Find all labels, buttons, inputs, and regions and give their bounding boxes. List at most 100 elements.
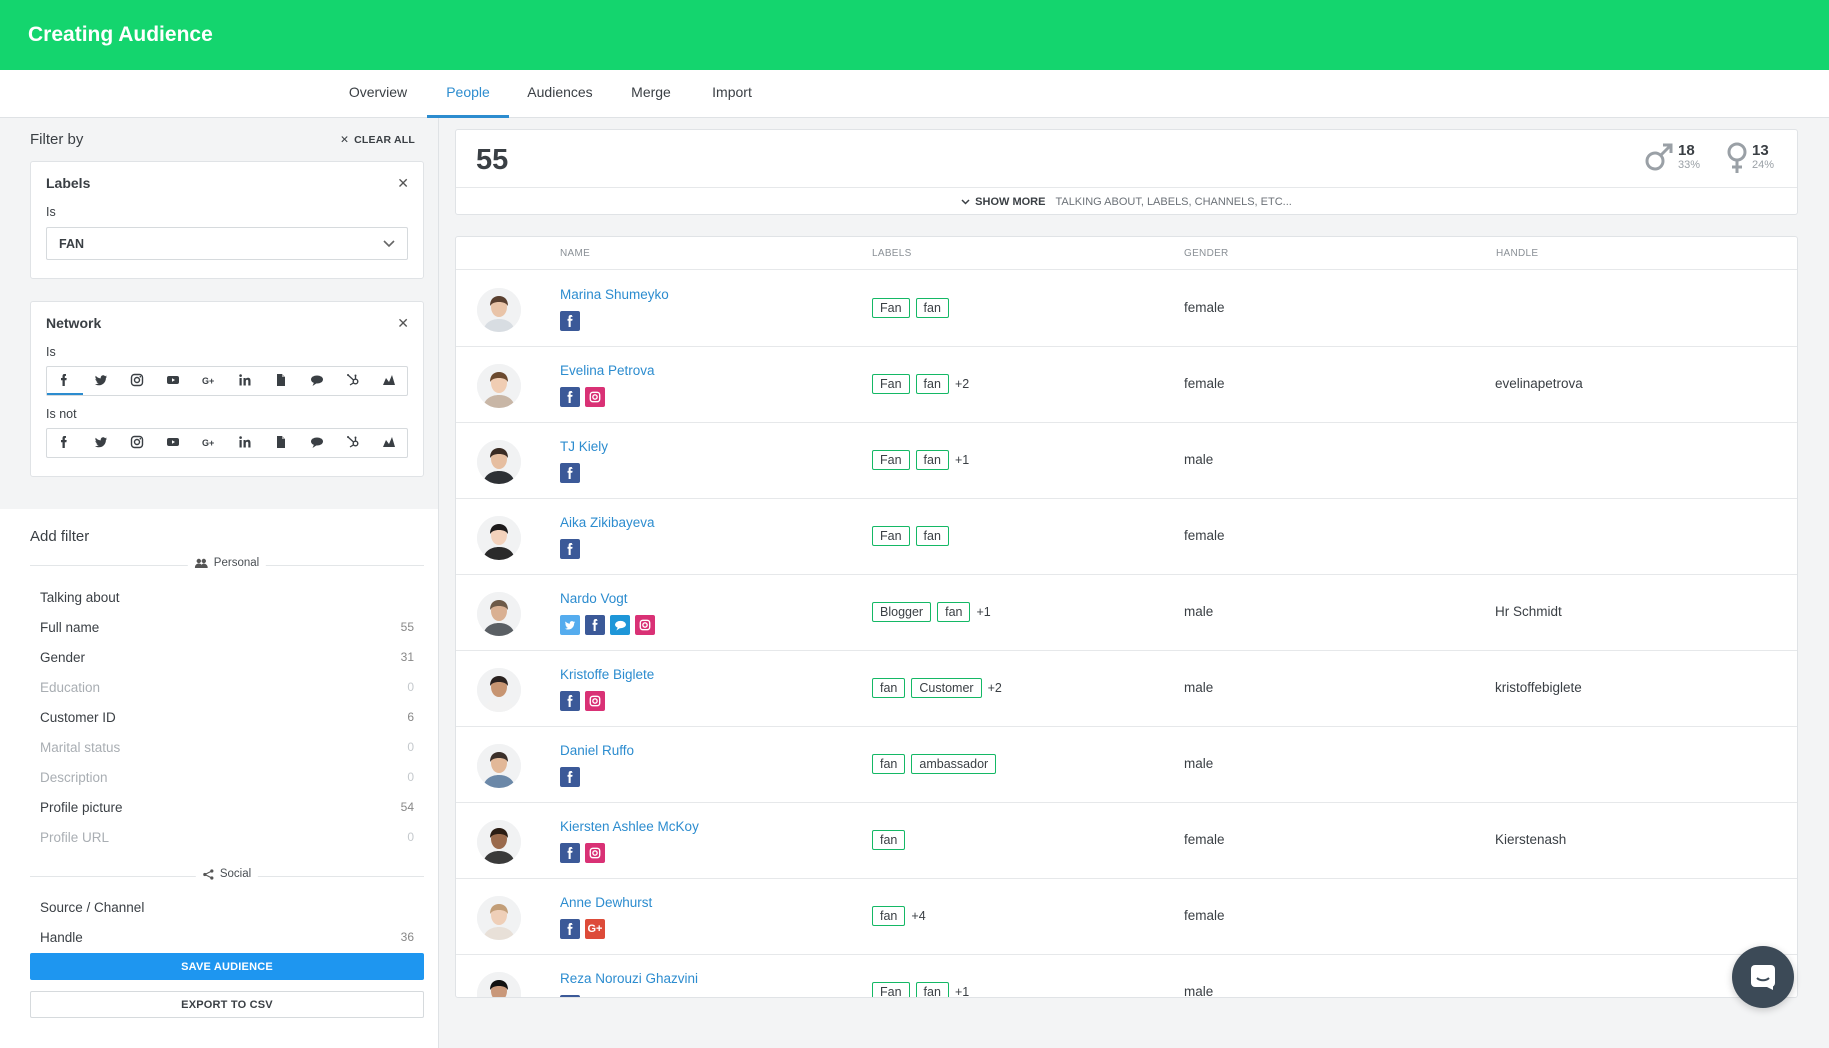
avatar[interactable] [477,364,521,408]
column-header-labels[interactable]: LABELS [872,248,912,259]
label-tag[interactable]: Fan [872,982,910,997]
network-is-analytics-toggle[interactable] [371,367,407,395]
filter-option[interactable]: Marital status 0 [40,740,414,755]
facebook-icon[interactable] [560,387,580,407]
column-header-name[interactable]: NAME [560,248,590,259]
labels-select[interactable]: FAN [46,227,408,260]
network-is-not-instagram-toggle[interactable] [119,429,155,457]
label-tag[interactable]: Blogger [872,602,932,622]
avatar[interactable] [477,896,521,940]
person-name-link[interactable]: Reza Norouzi Ghazvini [560,971,698,986]
person-name-link[interactable]: Anne Dewhurst [560,895,652,910]
label-tag[interactable]: fan [915,374,949,394]
network-is-chat-bubble-toggle[interactable] [299,367,335,395]
network-is-not-hubspot-toggle[interactable] [335,429,371,457]
more-labels-count[interactable]: +1 [976,605,990,619]
person-name-link[interactable]: Kristoffe Biglete [560,667,654,682]
label-tag[interactable]: Fan [872,526,910,546]
table-row[interactable]: Kristoffe Biglete fan Customer +2 male kristo… [456,651,1797,727]
label-tag[interactable]: fan [872,754,906,774]
facebook-icon[interactable] [585,615,605,635]
chat-bubble-icon[interactable] [610,615,630,635]
label-tag[interactable]: Fan [872,450,910,470]
facebook-icon[interactable] [560,767,580,787]
table-row[interactable]: Evelina Petrova Fan fan +2 female evelinapetr… [456,347,1797,423]
filter-option[interactable]: Source / Channel [40,900,414,915]
tab-import[interactable]: Import [701,70,763,118]
network-is-facebook-toggle[interactable] [47,367,83,395]
filter-option[interactable]: Full name 55 [40,620,414,635]
more-labels-count[interactable]: +1 [955,985,969,997]
network-is-not-youtube-toggle[interactable] [155,429,191,457]
avatar[interactable] [477,592,521,636]
instagram-icon[interactable] [585,387,605,407]
facebook-icon[interactable] [560,843,580,863]
facebook-icon[interactable] [560,691,580,711]
table-row[interactable]: TJ Kiely Fan fan +1 male [456,423,1797,499]
more-labels-count[interactable]: +4 [911,909,925,923]
filter-option[interactable]: Handle 36 [40,930,414,945]
chat-launcher-button[interactable] [1732,946,1794,1008]
network-is-hubspot-toggle[interactable] [335,367,371,395]
avatar[interactable] [477,972,521,997]
avatar[interactable] [477,516,521,560]
twitter-icon[interactable] [560,615,580,635]
label-tag[interactable]: Fan [872,374,910,394]
table-row[interactable]: Aika Zikibayeva Fan fan female [456,499,1797,575]
instagram-icon[interactable] [585,691,605,711]
clear-all-button[interactable]: ✕ CLEAR ALL [340,134,415,146]
filter-option[interactable]: Customer ID 6 [40,710,414,725]
filter-option[interactable]: Profile URL 0 [40,830,414,845]
column-header-handle[interactable]: HANDLE [1496,248,1538,259]
instagram-icon[interactable] [585,843,605,863]
avatar[interactable] [477,744,521,788]
more-labels-count[interactable]: +1 [955,453,969,467]
person-name-link[interactable]: Kiersten Ashlee McKoy [560,819,699,834]
network-is-not-analytics-toggle[interactable] [371,429,407,457]
close-icon[interactable]: ✕ [397,175,409,192]
network-is-google-plus-toggle[interactable]: G+ [191,367,227,395]
network-is-not-document-toggle[interactable] [263,429,299,457]
tab-overview[interactable]: Overview [340,70,416,118]
close-icon[interactable]: ✕ [397,315,409,332]
more-labels-count[interactable]: +2 [955,377,969,391]
export-csv-button[interactable]: EXPORT TO CSV [30,991,424,1018]
save-audience-button[interactable]: SAVE AUDIENCE [30,953,424,980]
more-labels-count[interactable]: +2 [988,681,1002,695]
filter-option[interactable]: Education 0 [40,680,414,695]
facebook-icon[interactable] [560,539,580,559]
filter-option[interactable]: Profile picture 54 [40,800,414,815]
network-is-not-facebook-toggle[interactable] [47,429,83,457]
network-is-not-google-plus-toggle[interactable]: G+ [191,429,227,457]
label-tag[interactable]: fan [937,602,971,622]
tab-people[interactable]: People [427,70,509,118]
table-row[interactable]: Nardo Vogt Blogger fan +1 male Hr Schmidt [456,575,1797,651]
avatar[interactable] [477,820,521,864]
avatar[interactable] [477,440,521,484]
person-name-link[interactable]: Evelina Petrova [560,363,655,378]
label-tag[interactable]: fan [872,906,906,926]
tab-merge[interactable]: Merge [622,70,680,118]
label-tag[interactable]: fan [915,982,949,997]
column-header-gender[interactable]: GENDER [1184,248,1229,259]
label-tag[interactable]: fan [915,450,949,470]
table-row[interactable]: Reza Norouzi Ghazvini Fan fan +1 male [456,955,1797,997]
filter-option[interactable]: Description 0 [40,770,414,785]
avatar[interactable] [477,668,521,712]
label-tag[interactable]: fan [872,830,906,850]
facebook-icon[interactable] [560,463,580,483]
network-is-document-toggle[interactable] [263,367,299,395]
google-plus-icon[interactable]: G+ [585,919,605,939]
label-tag[interactable]: fan [915,298,949,318]
filter-option[interactable]: Talking about [40,590,414,605]
table-row[interactable]: Anne Dewhurst G+ fan +4 female [456,879,1797,955]
table-row[interactable]: Daniel Ruffo fan ambassador male [456,727,1797,803]
table-row[interactable]: Marina Shumeyko Fan fan female [456,271,1797,347]
person-name-link[interactable]: Marina Shumeyko [560,287,669,302]
network-is-instagram-toggle[interactable] [119,367,155,395]
label-tag[interactable]: ambassador [911,754,997,774]
person-name-link[interactable]: Nardo Vogt [560,591,628,606]
facebook-icon[interactable] [560,311,580,331]
filter-option[interactable]: Gender 31 [40,650,414,665]
person-name-link[interactable]: Daniel Ruffo [560,743,634,758]
